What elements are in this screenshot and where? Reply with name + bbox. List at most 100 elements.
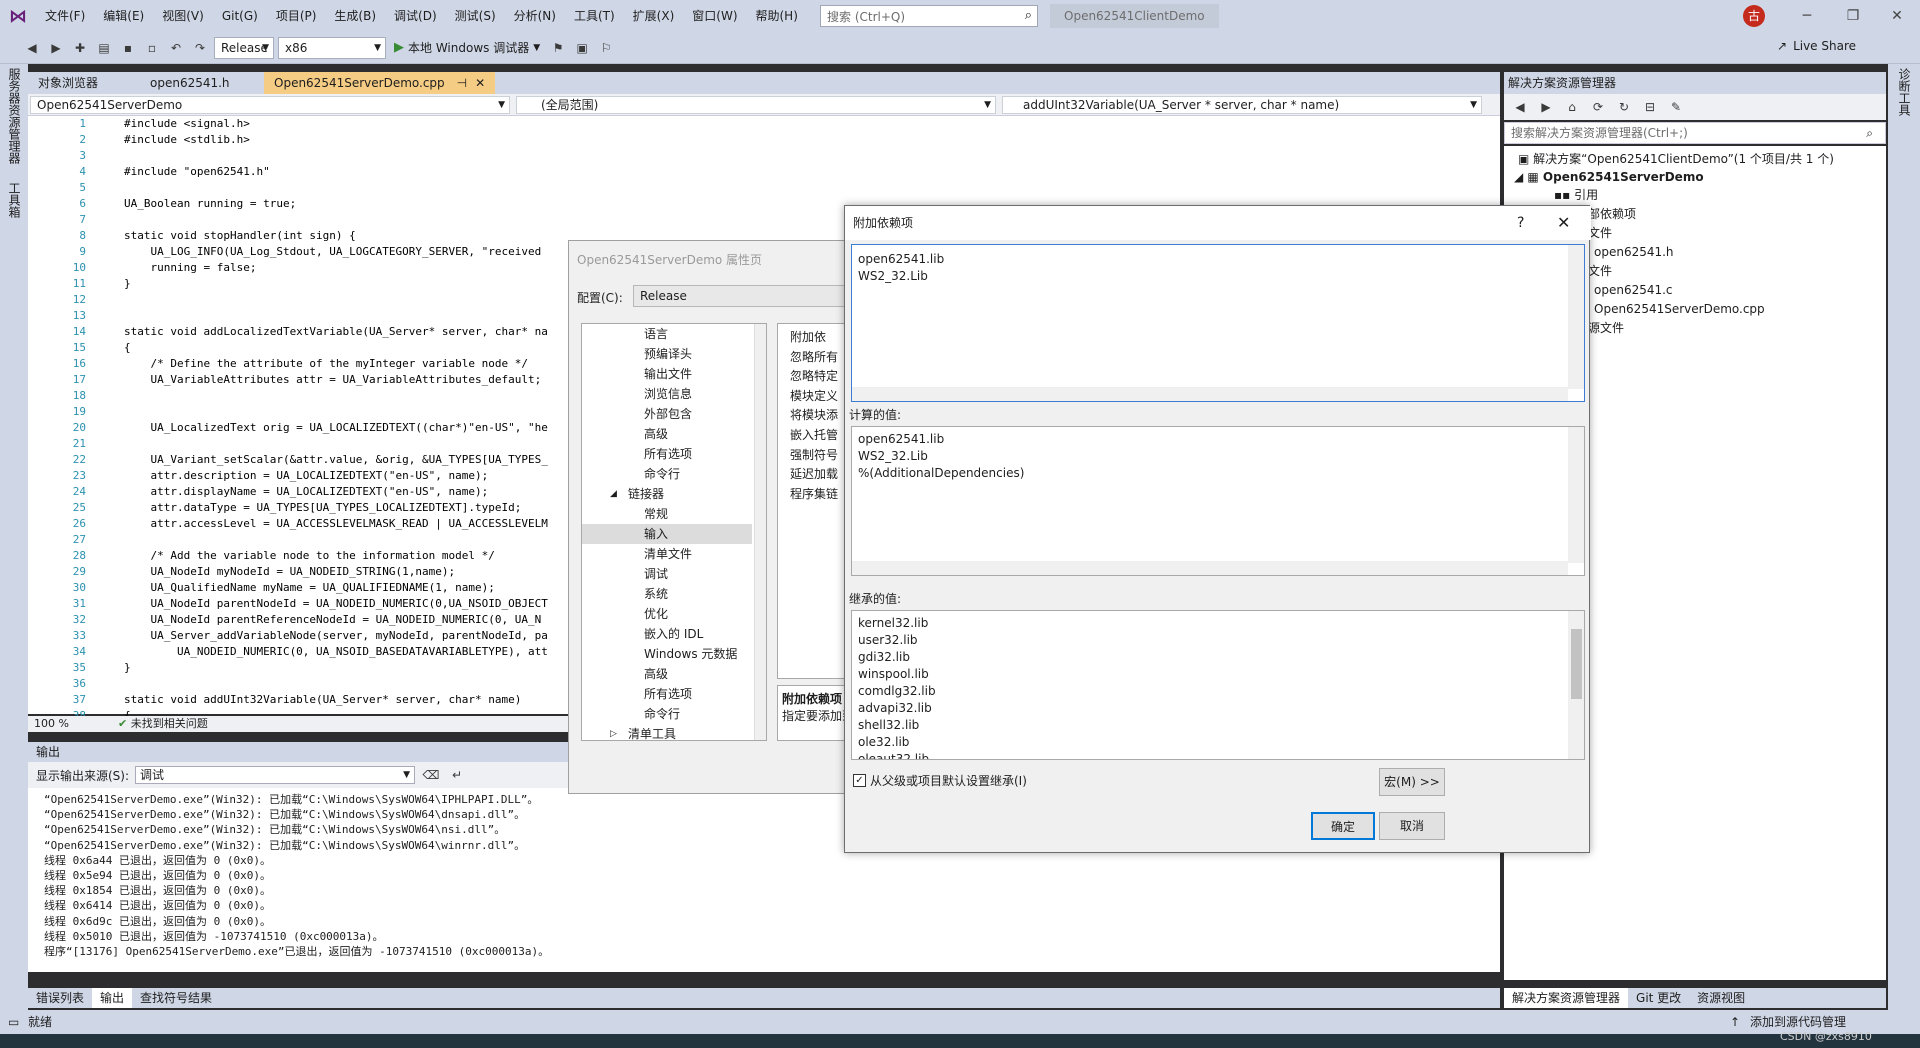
solution-search-input[interactable]: 搜索解决方案资源管理器(Ctrl+;) ⌕ <box>1504 122 1886 144</box>
close-icon[interactable]: ✕ <box>1557 206 1570 240</box>
property-tree-item[interactable]: 命令行 <box>582 464 752 484</box>
forward-icon[interactable]: ▶ <box>1536 97 1556 117</box>
issues-status[interactable]: 未找到相关问题 <box>118 716 208 732</box>
property-tree-item[interactable]: 预编译头 <box>582 344 752 364</box>
search-input[interactable]: 搜索 (Ctrl+Q) ⌕ <box>820 5 1038 27</box>
tree-node[interactable]: 部依赖项 <box>1588 205 1636 223</box>
tree-node[interactable]: 文件 <box>1588 224 1612 242</box>
platform-dropdown[interactable]: x86 ▼ <box>278 36 386 59</box>
account-avatar[interactable]: 古 <box>1743 5 1765 27</box>
property-tree-item[interactable]: 命令行 <box>582 704 752 724</box>
menu-item[interactable]: 调试(D) <box>385 0 446 32</box>
scrollbar[interactable] <box>1568 427 1584 563</box>
member-dropdown[interactable]: addUInt32Variable(UA_Server * server, ch… <box>1002 96 1482 114</box>
ok-button[interactable]: 确定 <box>1311 812 1375 840</box>
bookmark-icon[interactable]: ⚐ <box>596 38 616 58</box>
forward-icon[interactable]: ▶ <box>46 38 66 58</box>
tab-object-browser[interactable]: 对象浏览器 <box>28 72 140 94</box>
back-icon[interactable]: ◀ <box>22 38 42 58</box>
diagnostics-tab[interactable]: 诊断工具 <box>1896 64 1913 120</box>
menu-item[interactable]: 扩展(X) <box>624 0 684 32</box>
property-row[interactable]: 附加依 <box>790 328 826 348</box>
menu-item[interactable]: 视图(V) <box>153 0 213 32</box>
redo-icon[interactable]: ↷ <box>190 38 210 58</box>
property-tree-item[interactable]: 常规 <box>582 504 752 524</box>
refresh-icon[interactable]: ↻ <box>1614 97 1634 117</box>
expand-icon[interactable]: ▷ <box>610 724 622 740</box>
property-tree-item[interactable]: 所有选项 <box>582 444 752 464</box>
property-tree-item[interactable]: 浏览信息 <box>582 384 752 404</box>
solution-node[interactable]: ▣ 解决方案“Open62541ClientDemo”(1 个项目/共 1 个) <box>1518 150 1834 168</box>
menu-item[interactable]: 工具(T) <box>565 0 624 32</box>
macros-button[interactable]: 宏(M) >> <box>1379 768 1445 796</box>
tab-open62541-h[interactable]: open62541.h <box>140 72 264 94</box>
tab-resource-view[interactable]: 资源视图 <box>1689 988 1753 1008</box>
property-row[interactable]: 延迟加载 <box>790 465 838 485</box>
tab-error-list[interactable]: 错误列表 <box>28 988 92 1008</box>
menu-item[interactable]: 分析(N) <box>505 0 565 32</box>
menu-item[interactable]: 测试(S) <box>446 0 505 32</box>
home-icon[interactable]: ⌂ <box>1562 97 1582 117</box>
property-tree-item[interactable]: 系统 <box>582 584 752 604</box>
close-icon[interactable]: ✕ <box>475 76 485 90</box>
property-row[interactable]: 忽略所有 <box>790 348 838 368</box>
properties-icon[interactable]: ✎ <box>1666 97 1686 117</box>
menu-item[interactable]: 文件(F) <box>36 0 94 32</box>
tab-server-demo-cpp[interactable]: Open62541ServerDemo.cpp ⊣ ✕ <box>264 72 496 94</box>
save-icon[interactable]: ▪ <box>118 38 138 58</box>
browse-icon[interactable]: ▣ <box>572 38 592 58</box>
scrollbar[interactable] <box>852 387 1568 401</box>
property-tree-item[interactable]: 调试 <box>582 564 752 584</box>
close-icon[interactable]: ✕ <box>1874 0 1920 32</box>
project-dropdown[interactable]: Open62541ServerDemo ▼ <box>30 96 510 114</box>
config-dropdown[interactable]: Release ▼ <box>214 36 274 59</box>
scrollbar[interactable] <box>1568 611 1584 759</box>
property-tree-item[interactable]: 输入 <box>582 524 752 544</box>
new-project-icon[interactable]: ✚ <box>70 38 90 58</box>
word-wrap-icon[interactable]: ↵ <box>447 765 467 785</box>
dependencies-textarea[interactable]: open62541.lib WS2_32.Lib <box>851 244 1585 402</box>
property-tree-item[interactable]: 输出文件 <box>582 364 752 384</box>
property-tree-item[interactable]: 优化 <box>582 604 752 624</box>
scrollbar[interactable] <box>1568 245 1584 389</box>
open-icon[interactable]: ▤ <box>94 38 114 58</box>
property-tree-item[interactable]: Windows 元数据 <box>582 644 752 664</box>
tab-find-symbol-results[interactable]: 查找符号结果 <box>132 988 220 1008</box>
property-tree-item[interactable]: 语言 <box>582 324 752 344</box>
property-tree-item[interactable]: 链接器 <box>582 484 752 504</box>
menu-item[interactable]: 帮助(H) <box>747 0 807 32</box>
live-share-button[interactable]: ↗ Live Share <box>1777 39 1856 53</box>
property-row[interactable]: 强制符号 <box>790 446 838 466</box>
save-all-icon[interactable]: ▫ <box>142 38 162 58</box>
restore-icon[interactable]: ❐ <box>1830 0 1876 32</box>
property-row[interactable]: 程序集链 <box>790 485 838 505</box>
project-node[interactable]: ◢ ▦ Open62541ServerDemo <box>1514 168 1704 186</box>
cancel-button[interactable]: 取消 <box>1379 812 1445 840</box>
scope-dropdown[interactable]: (全局范围) ▼ <box>516 96 996 114</box>
property-tree-item[interactable]: 高级 <box>582 424 752 444</box>
toolbox-tab[interactable]: 工具箱 <box>6 178 23 222</box>
inherit-checkbox[interactable]: ✓ 从父级或项目默认设置继承(I) <box>853 772 1027 789</box>
menu-item[interactable]: 项目(P) <box>267 0 326 32</box>
property-row[interactable]: 嵌入托管 <box>790 426 838 446</box>
collapse-icon[interactable]: ⊟ <box>1640 97 1660 117</box>
tree-node[interactable]: open62541.c <box>1594 281 1673 299</box>
attach-icon[interactable]: ⚑ <box>548 38 568 58</box>
property-tree-item[interactable]: 清单工具 <box>582 724 752 740</box>
scrollbar[interactable] <box>852 561 1568 575</box>
tab-output[interactable]: 输出 <box>92 988 133 1008</box>
help-icon[interactable]: ? <box>1517 206 1524 240</box>
property-tree-item[interactable]: 嵌入的 IDL <box>582 624 752 644</box>
scroll-thumb[interactable] <box>1571 629 1582 699</box>
menu-item[interactable]: Git(G) <box>213 0 267 32</box>
minimize-icon[interactable]: ─ <box>1784 0 1830 32</box>
property-row[interactable]: 模块定义 <box>790 387 838 407</box>
tab-git-changes[interactable]: Git 更改 <box>1628 988 1689 1008</box>
property-tree-item[interactable]: 清单文件 <box>582 544 752 564</box>
menu-item[interactable]: 生成(B) <box>325 0 385 32</box>
tree-node[interactable]: 文件 <box>1588 262 1612 280</box>
expand-icon[interactable]: ◢ <box>610 484 622 504</box>
start-debugging-button[interactable]: ▶ 本地 Windows 调试器 ▼ <box>390 39 544 56</box>
output-source-dropdown[interactable]: 调试 ▼ <box>135 766 416 784</box>
tab-solution-explorer[interactable]: 解决方案资源管理器 <box>1504 988 1629 1008</box>
